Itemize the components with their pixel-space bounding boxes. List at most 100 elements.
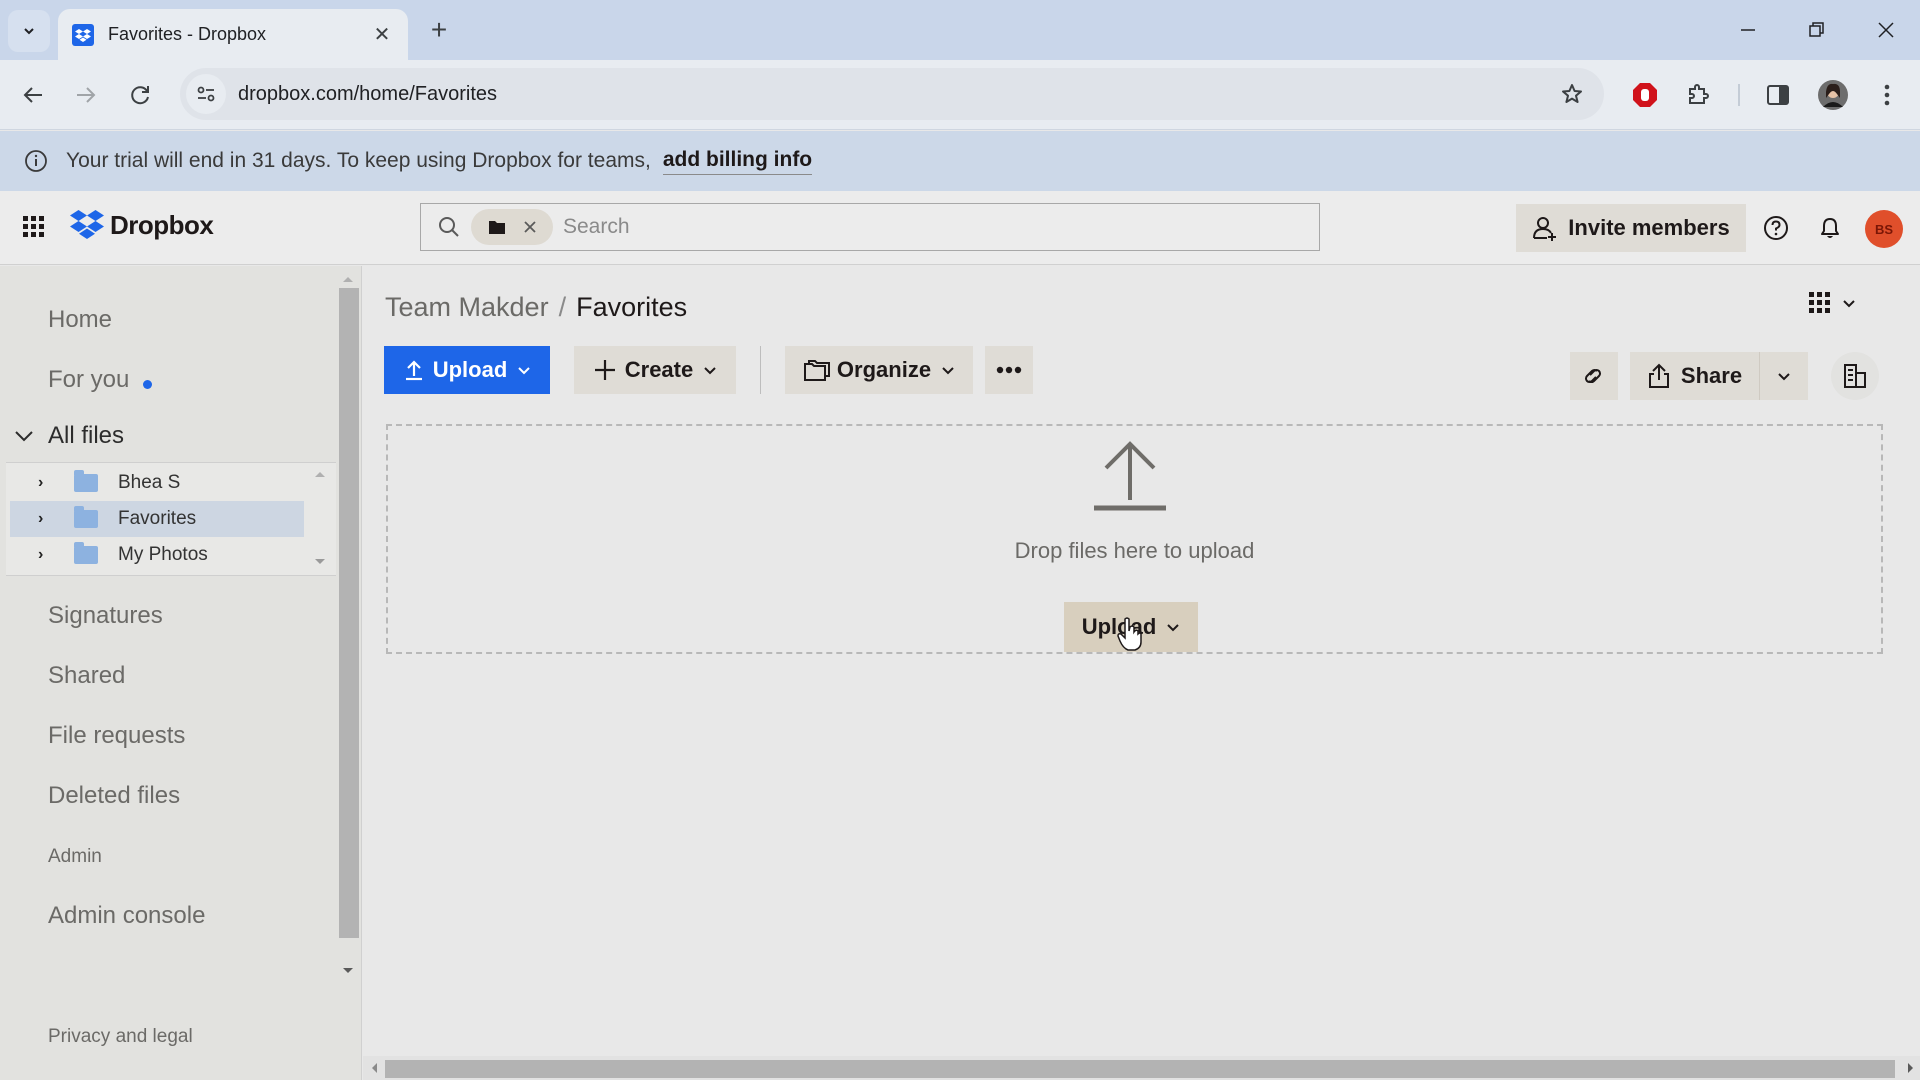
chevron-right-icon[interactable]: › [38,546,68,564]
close-window-button[interactable] [1866,12,1906,48]
add-user-icon [1533,217,1557,241]
tree-item-my-photos[interactable]: › My Photos [10,537,304,573]
more-actions-button[interactable] [985,346,1033,394]
invite-members-label: Invite members [1568,215,1730,240]
scroll-right-arrow-icon[interactable] [1902,1056,1918,1080]
tree-item-bhea-s[interactable]: › Bhea S [10,465,304,501]
help-button[interactable] [1758,210,1794,246]
sidebar-item-for-you-label: For you [48,366,130,393]
upload-arrow-icon [1094,441,1166,511]
sidebar-section-admin: Admin [48,846,102,867]
app-header: Dropbox Search Invite members BS [0,191,1920,265]
breadcrumb-team-makder[interactable]: Team Makder [385,292,549,323]
profile-button[interactable] [1813,75,1853,115]
new-tab-button[interactable]: + [424,14,454,46]
hand-cursor-icon [1117,617,1142,651]
folder-icon [488,221,505,234]
user-avatar[interactable]: BS [1865,210,1903,248]
forward-button[interactable] [66,75,106,115]
share-button[interactable]: Share [1630,352,1760,400]
upload-button[interactable]: Upload [384,346,550,394]
tab-title: Favorites - Dropbox [108,24,267,44]
sidebar-item-deleted-files[interactable]: Deleted files [48,782,180,810]
main-content: Team Makder / Favorites Upload Create Or… [363,266,1920,1080]
sidebar-item-all-files[interactable]: All files [12,422,124,450]
search-scope-chip[interactable] [471,209,553,245]
folder-tree: › Bhea S › Favorites › My Photos [6,462,336,576]
view-toggle-button[interactable] [1809,292,1857,314]
horizontal-scroll-thumb[interactable] [385,1060,1895,1078]
dropzone-text: Drop files here to upload [1014,538,1255,563]
grid-icon [23,216,44,237]
grid-view-icon [1809,292,1830,313]
toolbar-divider [760,346,761,394]
sidebar-scroll-thumb[interactable] [339,288,359,938]
tree-item-label: Favorites [118,508,197,529]
new-indicator-dot [143,380,153,389]
sidebar-item-shared[interactable]: Shared [48,662,125,690]
browser-menu-button[interactable] [1867,75,1907,115]
sidebar-item-file-requests[interactable]: File requests [48,722,185,750]
sidebar-item-signatures[interactable]: Signatures [48,602,163,630]
create-button[interactable]: Create [574,346,736,394]
restore-button[interactable] [1797,12,1837,48]
scroll-left-arrow-icon[interactable] [367,1056,383,1080]
chevron-right-icon[interactable]: › [38,510,68,528]
adblock-extension[interactable] [1625,75,1665,115]
minimize-icon [1741,29,1755,31]
star-icon [1562,84,1582,103]
reload-button[interactable] [120,75,160,115]
address-bar[interactable]: dropbox.com/home/Favorites [180,68,1604,120]
tree-item-favorites[interactable]: › Favorites [10,501,304,537]
sidebar-item-admin-console[interactable]: Admin console [48,902,205,930]
dropbox-logo[interactable]: Dropbox [70,209,214,241]
details-panel-button[interactable] [1831,352,1879,400]
search-input[interactable]: Search [563,215,630,239]
arrow-right-icon [77,87,96,103]
app-switcher-button[interactable] [22,215,48,241]
scroll-up-arrow-icon[interactable] [308,463,332,575]
close-icon [1878,22,1894,38]
chevron-down-icon [942,367,954,375]
browser-tab[interactable]: Favorites - Dropbox ✕ [58,9,408,60]
tab-search-button[interactable] [8,10,50,52]
minimize-button[interactable] [1728,12,1768,48]
chevron-down-icon [1843,300,1855,308]
puzzle-icon [1689,84,1709,104]
url-text[interactable]: dropbox.com/home/Favorites [238,83,1552,106]
copy-link-button[interactable] [1570,352,1618,400]
tree-item-label: My Photos [118,544,208,565]
horizontal-scrollbar[interactable] [363,1056,1920,1080]
organize-label: Organize [836,357,932,382]
create-label: Create [624,357,694,382]
chevron-right-icon[interactable]: › [38,474,68,492]
tune-icon [197,86,215,102]
shared-folder-icon [74,470,98,492]
team-folder-icon [74,506,98,528]
bookmark-button[interactable] [1552,74,1592,114]
tree-scrollbar[interactable] [308,463,332,575]
site-info-button[interactable] [186,74,226,114]
side-panel-button[interactable] [1758,75,1798,115]
side-panel-icon [1767,85,1789,105]
privacy-and-legal-link[interactable]: Privacy and legal [48,1026,193,1048]
breadcrumb-current: Favorites [576,292,688,322]
sidebar-item-home[interactable]: Home [48,306,112,334]
sidebar-scrollbar[interactable] [336,266,360,986]
sidebar: Home For you All files › Bhea S › Favori… [0,266,362,1080]
back-button[interactable] [13,75,53,115]
link-icon [1584,368,1602,384]
invite-members-button[interactable]: Invite members [1516,204,1746,252]
notifications-button[interactable] [1812,210,1848,246]
share-options-button[interactable] [1760,352,1808,400]
stop-hand-icon [1633,83,1657,107]
search-bar[interactable]: Search [420,203,1320,251]
chevron-down-icon [518,367,530,375]
clear-scope-icon[interactable] [523,220,537,234]
add-billing-info-link[interactable]: add billing info [662,148,813,175]
tab-close-icon[interactable]: ✕ [370,22,394,47]
organize-button[interactable]: Organize [785,346,973,394]
extensions-button[interactable] [1678,75,1718,115]
profile-avatar-icon [1818,80,1848,110]
sidebar-item-for-you[interactable]: For you [48,366,153,394]
